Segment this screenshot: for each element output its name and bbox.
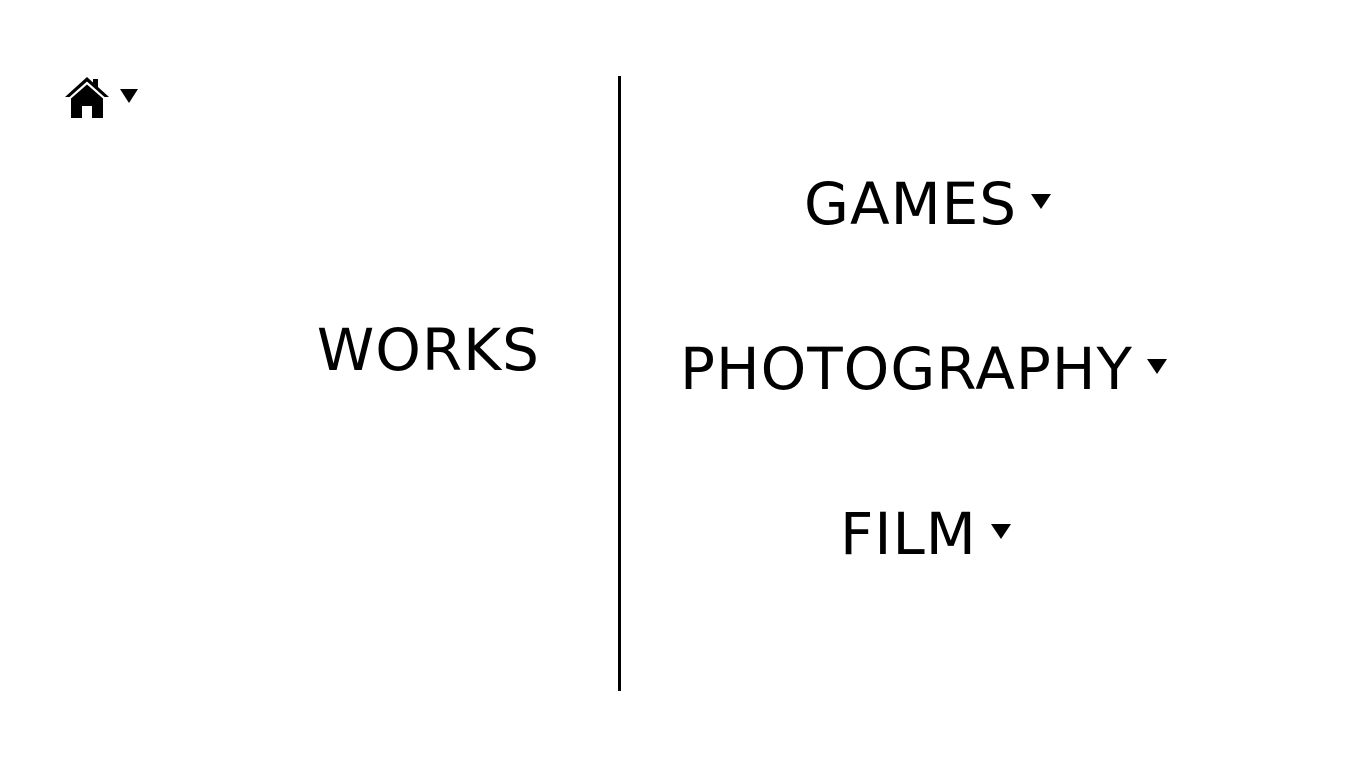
menu-item-label: FILM: [840, 500, 977, 568]
chevron-down-icon: [1146, 358, 1167, 374]
chevron-down-icon: [990, 523, 1011, 539]
menu-item-games[interactable]: GAMES: [804, 170, 1052, 238]
section-title: WORKS: [316, 316, 540, 384]
menu-item-label: GAMES: [804, 170, 1018, 238]
menu-item-photography[interactable]: PHOTOGRAPHY: [680, 335, 1167, 403]
chevron-down-icon: [120, 89, 138, 103]
home-icon: [65, 77, 109, 118]
menu-item-film[interactable]: FILM: [840, 500, 1011, 568]
chevron-down-icon: [1031, 193, 1052, 209]
vertical-divider: [618, 76, 621, 691]
page: WORKS GAMES PHOTOGRAPHY FILM: [0, 0, 1366, 768]
menu-item-label: PHOTOGRAPHY: [680, 335, 1133, 403]
home-menu-toggle[interactable]: [64, 74, 138, 120]
